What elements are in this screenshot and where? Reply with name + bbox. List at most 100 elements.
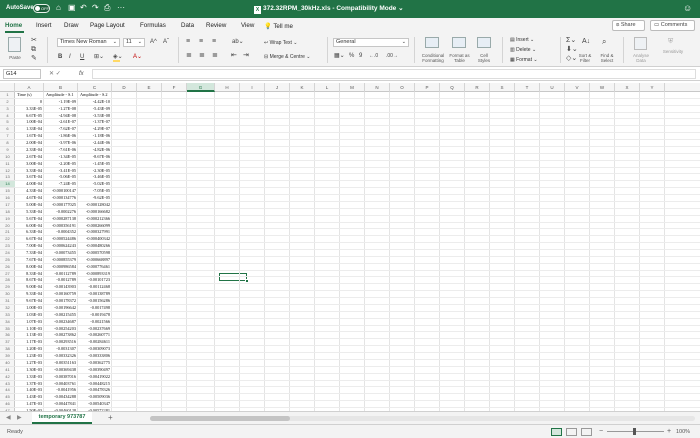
comments-button[interactable]: ▭ Comments (650, 20, 695, 31)
data-cell[interactable]: -0.0021566 (78, 319, 112, 326)
normal-view-button[interactable] (551, 428, 562, 436)
page-break-view-button[interactable] (581, 428, 592, 436)
row-header-7[interactable]: 7 (0, 133, 15, 141)
column-header-d[interactable]: D (112, 83, 137, 92)
row-header-31[interactable]: 31 (0, 298, 15, 305)
data-cell[interactable]: -0.00351163 (44, 360, 78, 367)
row-header-30[interactable]: 30 (0, 291, 15, 299)
data-cell[interactable]: -4.94E-08 (44, 113, 78, 120)
data-cell[interactable]: -0.00138789 (78, 291, 112, 298)
home-icon[interactable]: ⌂ (56, 3, 61, 13)
data-cell[interactable]: 3.00E-04 (15, 161, 44, 168)
data-cell[interactable]: -0.00196642 (44, 305, 78, 312)
row-header-12[interactable]: 12 (0, 168, 15, 175)
column-header-x[interactable]: X (615, 83, 640, 92)
data-cell[interactable]: -2.20E-05 (44, 161, 78, 168)
row-header-1[interactable]: 1 (0, 92, 15, 99)
data-cell[interactable]: -5.06E-05 (44, 174, 78, 181)
data-cell[interactable]: -0.00369438 (44, 367, 78, 374)
row-header-3[interactable]: 3 (0, 106, 15, 113)
align-left-icon[interactable]: ≣ (186, 52, 192, 60)
data-cell[interactable]: -0.000624243 (44, 243, 78, 250)
data-cell[interactable]: -3.97E-06 (44, 140, 78, 147)
data-cell[interactable]: -0.000668897 (78, 257, 112, 264)
data-cell[interactable]: -0.000480266 (78, 243, 112, 250)
column-header-k[interactable]: K (290, 83, 315, 92)
print-icon[interactable]: ⎙ (104, 3, 110, 13)
data-cell[interactable]: -1.86E-06 (44, 133, 78, 140)
row-header-20[interactable]: 20 (0, 223, 15, 230)
data-cell[interactable]: -0.000128042 (78, 202, 112, 209)
wrap-text-button[interactable]: ↩ Wrap Text ⌄ (264, 40, 298, 46)
format-as-table-icon[interactable] (452, 37, 466, 48)
data-cell[interactable]: -0.00403761 (44, 381, 78, 388)
tab-review[interactable]: Review (206, 22, 226, 29)
align-center-icon[interactable]: ≣ (199, 52, 205, 60)
column-header-e[interactable]: E (137, 83, 162, 92)
data-cell[interactable]: -0.000212366 (78, 216, 112, 223)
column-title-cell[interactable]: Amplitude - S.2 (78, 92, 112, 99)
data-cell[interactable]: -0.0012789 (44, 277, 78, 284)
row-header-45[interactable]: 45 (0, 394, 15, 402)
column-header-a[interactable]: A (15, 83, 44, 92)
data-cell[interactable]: -0.000327991 (78, 229, 112, 236)
data-cell[interactable]: 6.67E-04 (15, 236, 44, 243)
data-cell[interactable]: -0.00178372 (44, 298, 78, 305)
data-cell[interactable]: -0.000134776 (44, 195, 78, 202)
row-header-40[interactable]: 40 (0, 360, 15, 367)
row-header-27[interactable]: 27 (0, 271, 15, 278)
row-header-11[interactable]: 11 (0, 161, 15, 168)
data-cell[interactable]: 1.00E-04 (15, 119, 44, 126)
tab-insert[interactable]: Insert (36, 22, 51, 29)
row-header-37[interactable]: 37 (0, 339, 15, 347)
data-cell[interactable]: 1.23E-03 (15, 353, 44, 360)
column-header-o[interactable]: O (390, 83, 415, 92)
data-cell[interactable]: 2.00E-04 (15, 140, 44, 147)
column-header-r[interactable]: R (465, 83, 490, 92)
data-cell[interactable]: 1.30E-03 (15, 367, 44, 374)
row-header-6[interactable]: 6 (0, 126, 15, 134)
data-cell[interactable]: -0.000356191 (44, 223, 78, 230)
column-header-q[interactable]: Q (440, 83, 465, 92)
conditional-formatting-label[interactable]: Conditional Formatting (418, 53, 448, 63)
data-cell[interactable]: -0.00478326 (78, 387, 112, 394)
row-header-29[interactable]: 29 (0, 284, 15, 292)
row-header-21[interactable]: 21 (0, 229, 15, 237)
data-cell[interactable]: -0.00387016 (44, 374, 78, 381)
insert-function-button[interactable]: fx (79, 69, 84, 79)
data-cell[interactable]: -0.0017498 (78, 305, 112, 312)
tell-me-search[interactable]: 💡 Tell me (264, 22, 293, 30)
data-cell[interactable]: -0.000400342 (78, 236, 112, 243)
name-box[interactable]: G14 (3, 69, 41, 79)
data-cell[interactable]: 4.67E-04 (15, 195, 44, 202)
tab-view[interactable]: View (241, 22, 254, 29)
data-cell[interactable]: 6.33E-04 (15, 229, 44, 236)
worksheet-grid[interactable]: ABCDEFGHIJKLMNOPQRSTUVWXY 1 2 3 4 5 6 7 8 9 10 11 1… (0, 83, 700, 411)
paste-icon[interactable] (8, 37, 21, 52)
data-cell[interactable]: -1.37E-07 (78, 119, 112, 126)
data-cell[interactable]: -0.00254203 (44, 326, 78, 333)
data-cell[interactable]: 9.67E-04 (15, 298, 44, 305)
align-middle-icon[interactable]: ≡ (199, 38, 203, 46)
data-cell[interactable]: -0.00101723 (78, 277, 112, 284)
data-cell[interactable]: 1.00E-03 (15, 305, 44, 312)
zoom-in-button[interactable]: + (667, 427, 671, 436)
column-header-u[interactable]: U (540, 83, 565, 92)
data-cell[interactable]: -1.34E-05 (44, 154, 78, 161)
data-cell[interactable]: 8.00E-04 (15, 264, 44, 271)
redo-icon[interactable]: ↷ (92, 3, 99, 13)
row-header-32[interactable]: 32 (0, 305, 15, 312)
data-cell[interactable]: 6.00E-04 (15, 223, 44, 230)
format-painter-icon[interactable]: ✎ (31, 55, 37, 63)
data-cell[interactable]: -5.02E-05 (78, 181, 112, 188)
row-header-17[interactable]: 17 (0, 202, 15, 209)
row-header-34[interactable]: 34 (0, 319, 15, 326)
zoom-out-button[interactable]: − (599, 427, 603, 436)
enter-icon[interactable]: ✓ (56, 71, 61, 77)
data-cell[interactable]: -0.00333806 (78, 353, 112, 360)
zoom-slider-thumb[interactable] (633, 428, 636, 435)
row-header-15[interactable]: 15 (0, 188, 15, 196)
feedback-smile-icon[interactable]: ☺ (683, 3, 692, 13)
row-header-14[interactable]: 14 (0, 181, 15, 189)
data-cell[interactable]: -0.00509036 (78, 394, 112, 401)
